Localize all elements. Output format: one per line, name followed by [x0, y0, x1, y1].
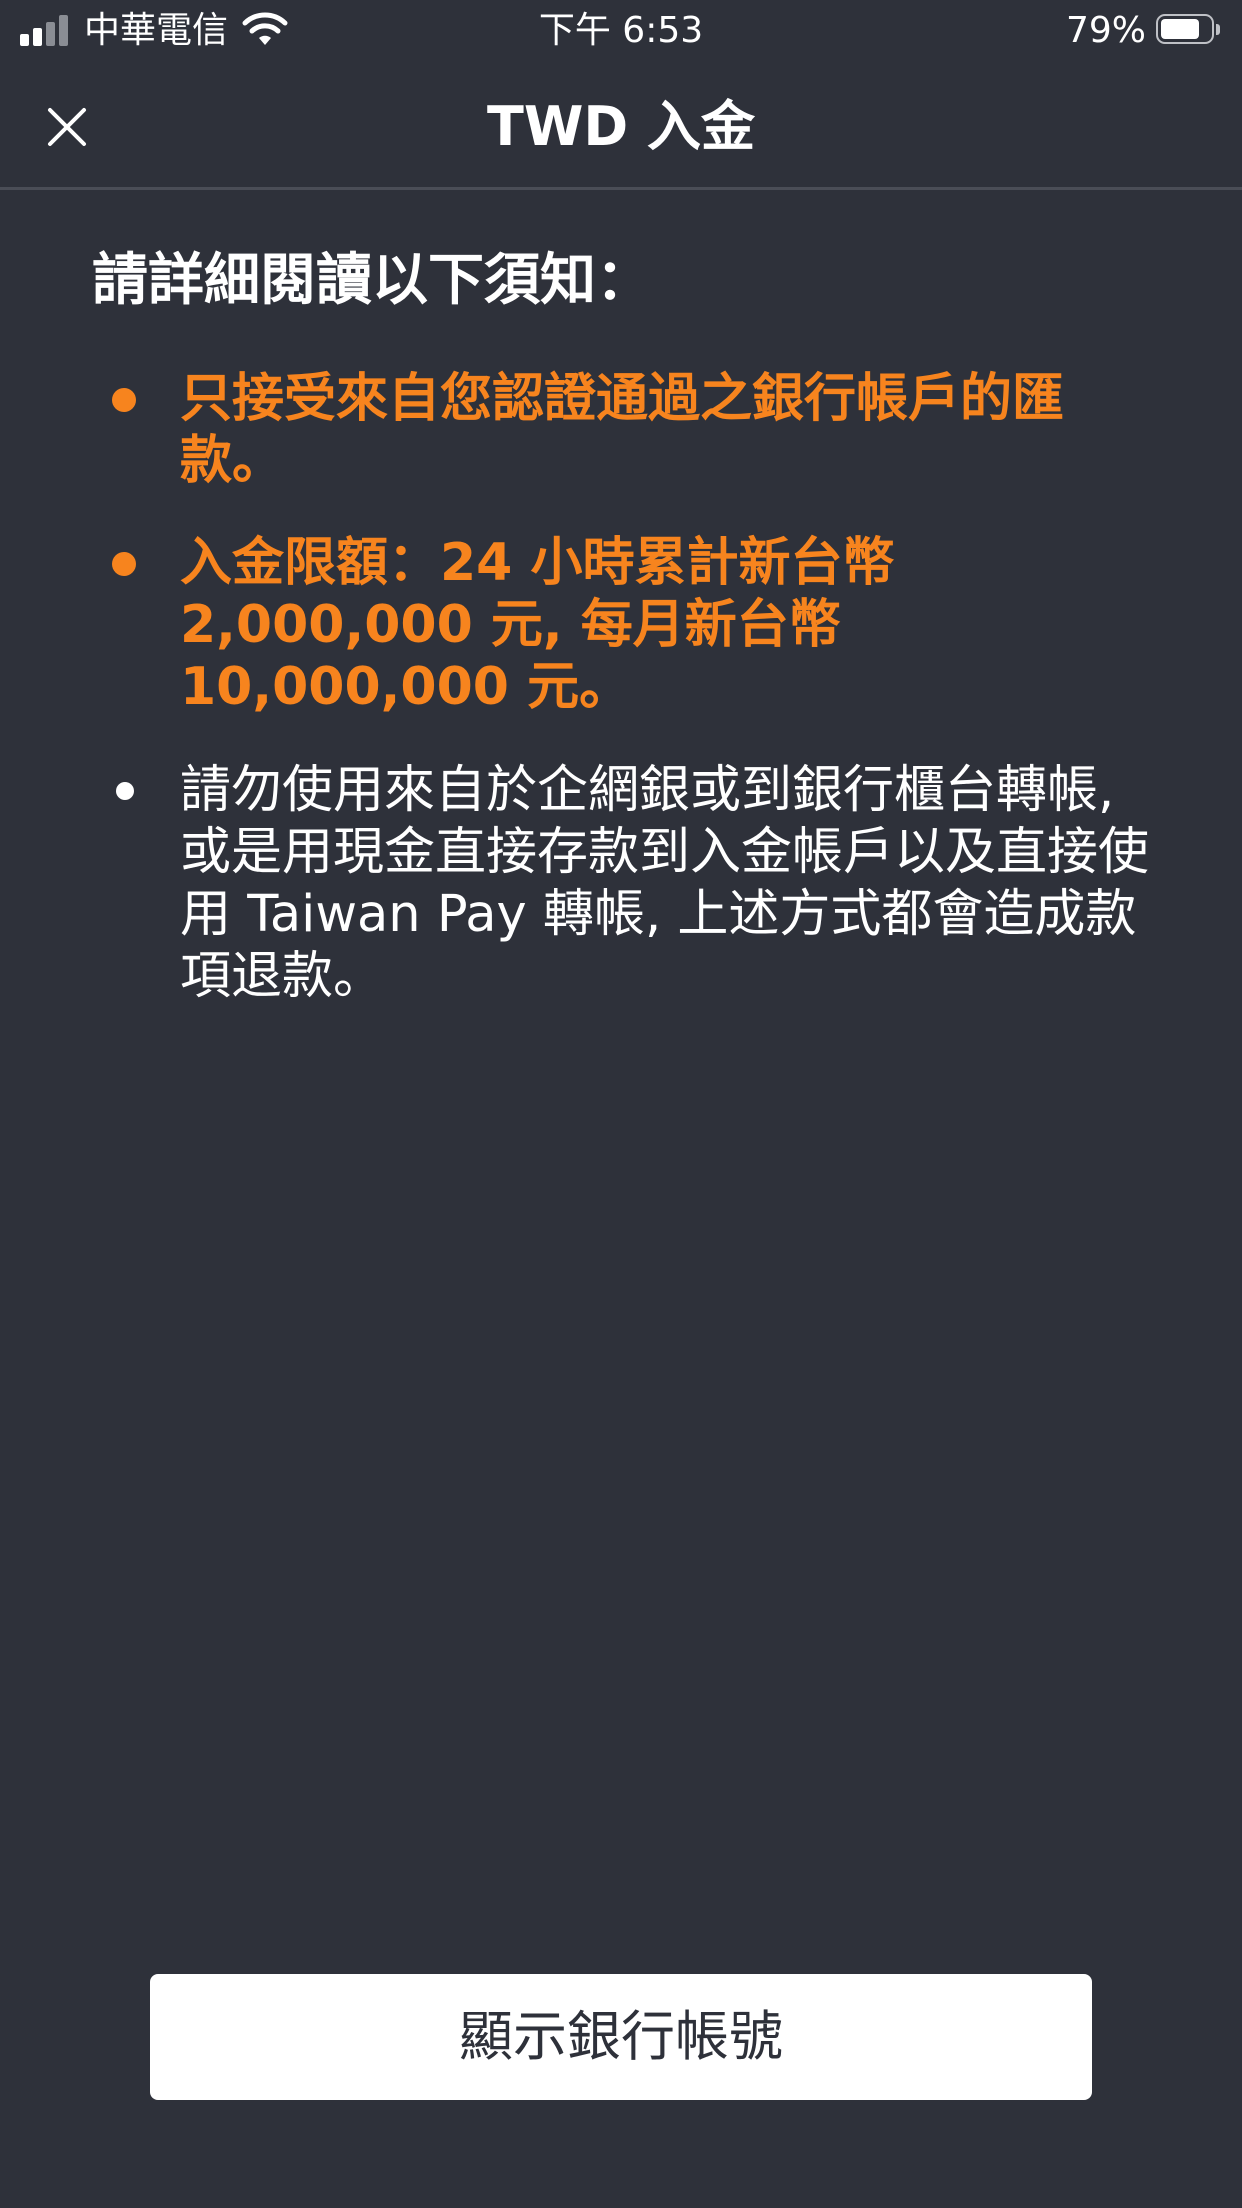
notice-item-text: 只接受來自您認證通過之銀行帳戶的匯款。 [180, 369, 1065, 491]
notice-item-deposit-limit: 入金限額：24 小時累計新台幣 2,000,000 元, 每月新台幣 10,00… [92, 532, 1152, 718]
deposit-notice-screen: 中華電信 下午 6:53 79% TWD 入金 請詳細閱讀以下須知： 只接受來自… [0, 0, 1242, 2208]
nav-bar: TWD 入金 [0, 62, 1242, 190]
notice-item-prohibited-methods: 請勿使用來自於企網銀或到銀行櫃台轉帳, 或是用現金直接存款到入金帳戶以及直接使用… [92, 760, 1152, 1008]
bullet-icon [112, 388, 136, 412]
show-bank-account-button[interactable]: 顯示銀行帳號 [150, 1974, 1092, 2100]
notice-content: 請詳細閱讀以下須知： 只接受來自您認證通過之銀行帳戶的匯款。 入金限額：24 小… [92, 236, 1172, 1008]
notice-item-text: 請勿使用來自於企網銀或到銀行櫃台轉帳, 或是用現金直接存款到入金帳戶以及直接使用… [180, 761, 1150, 1006]
notice-list: 只接受來自您認證通過之銀行帳戶的匯款。 入金限額：24 小時累計新台幣 2,00… [92, 368, 1172, 1008]
bullet-icon [116, 782, 134, 800]
battery-percent: 79% [1065, 10, 1146, 51]
notice-heading: 請詳細閱讀以下須知： [92, 248, 652, 313]
status-bar: 中華電信 下午 6:53 79% [0, 0, 1242, 62]
status-time: 下午 6:53 [538, 10, 704, 51]
notice-item-bank-account: 只接受來自您認證通過之銀行帳戶的匯款。 [92, 368, 1152, 492]
bullet-icon [112, 552, 136, 576]
battery-level-fill [1161, 19, 1199, 39]
notice-item-text: 入金限額：24 小時累計新台幣 2,000,000 元, 每月新台幣 10,00… [180, 533, 895, 717]
battery-icon [1156, 14, 1222, 46]
page-title: TWD 入金 [486, 95, 756, 158]
